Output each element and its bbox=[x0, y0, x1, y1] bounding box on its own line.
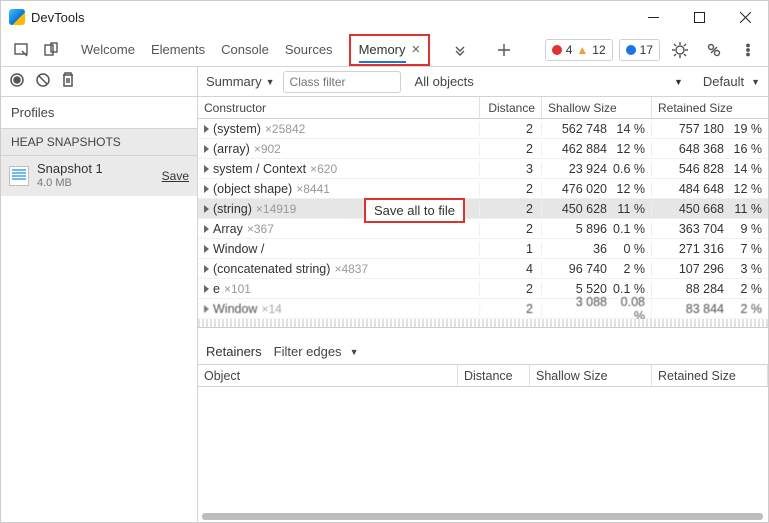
expand-icon[interactable] bbox=[204, 165, 209, 173]
expand-icon[interactable] bbox=[204, 265, 209, 273]
table-row[interactable]: (string)×149192450 62811 %450 66811 % bbox=[198, 199, 768, 219]
header-shallow[interactable]: Shallow Size bbox=[542, 97, 652, 118]
tab-close-icon[interactable]: × bbox=[412, 41, 421, 58]
snapshot-item[interactable]: Snapshot 1 4.0 MB Save bbox=[1, 156, 197, 196]
expand-icon[interactable] bbox=[204, 145, 209, 153]
filter-edges-dropdown[interactable]: Filter edges▼ bbox=[274, 344, 359, 359]
expand-icon[interactable] bbox=[204, 305, 209, 313]
table-row[interactable]: (object shape)×84412476 02012 %484 64812… bbox=[198, 179, 768, 199]
bottom-scrollbar[interactable] bbox=[202, 513, 763, 520]
kebab-icon[interactable] bbox=[734, 36, 762, 64]
delete-icon[interactable] bbox=[61, 72, 75, 91]
table-row[interactable]: (array)×9022462 88412 %648 36816 % bbox=[198, 139, 768, 159]
header-retained[interactable]: Retained Size bbox=[652, 97, 768, 118]
snapshot-icon bbox=[9, 166, 29, 186]
tab-memory-highlighted: Memory × bbox=[349, 34, 431, 66]
right-panel: Summary▼ All objects ▼ Default▼ Construc… bbox=[198, 67, 768, 522]
main-toolbar: Welcome Elements Console Sources Memory … bbox=[1, 33, 768, 67]
expand-icon[interactable] bbox=[204, 205, 209, 213]
expand-icon[interactable] bbox=[204, 245, 209, 253]
tab-console[interactable]: Console bbox=[221, 36, 269, 63]
window-title: DevTools bbox=[31, 10, 630, 25]
snapshot-name: Snapshot 1 bbox=[37, 162, 154, 177]
tab-elements[interactable]: Elements bbox=[151, 36, 205, 63]
devtools-icon bbox=[9, 9, 25, 25]
pane-divider[interactable] bbox=[198, 327, 768, 339]
info-count: 17 bbox=[640, 43, 653, 57]
ret-header-object[interactable]: Object bbox=[198, 365, 458, 386]
device-icon[interactable] bbox=[37, 36, 65, 64]
retainers-body bbox=[198, 387, 768, 522]
record-icon[interactable] bbox=[9, 72, 25, 91]
left-panel: Profiles HEAP SNAPSHOTS Snapshot 1 4.0 M… bbox=[1, 67, 198, 522]
ret-header-retained[interactable]: Retained Size bbox=[652, 365, 768, 386]
table-row[interactable]: (concatenated string)×4837496 7402 %107 … bbox=[198, 259, 768, 279]
table-row[interactable]: Array×36725 8960.1 %363 7049 % bbox=[198, 219, 768, 239]
minimize-button[interactable] bbox=[630, 2, 676, 32]
customize-icon[interactable] bbox=[700, 36, 728, 64]
grid-header: Constructor Distance Shallow Size Retain… bbox=[198, 97, 768, 119]
h-scroll-indicator[interactable] bbox=[198, 319, 768, 327]
expand-icon[interactable] bbox=[204, 125, 209, 133]
header-distance[interactable]: Distance bbox=[480, 97, 542, 118]
heap-snapshots-header: HEAP SNAPSHOTS bbox=[1, 128, 197, 156]
snapshot-save-link[interactable]: Save bbox=[162, 169, 189, 183]
error-dot-icon bbox=[552, 45, 562, 55]
default-dropdown[interactable]: Default▼ bbox=[703, 74, 760, 89]
warning-triangle-icon: ▲ bbox=[576, 43, 588, 57]
class-filter-input[interactable] bbox=[283, 71, 401, 93]
inspect-icon[interactable] bbox=[7, 36, 35, 64]
settings-icon[interactable] bbox=[666, 36, 694, 64]
view-dropdown[interactable]: Summary▼ bbox=[206, 74, 275, 89]
error-badge[interactable]: 4 ▲ 12 bbox=[545, 39, 613, 61]
profiles-label: Profiles bbox=[1, 97, 197, 128]
tab-sources[interactable]: Sources bbox=[285, 36, 333, 63]
tab-strip: Welcome Elements Console Sources Memory … bbox=[81, 34, 518, 66]
expand-icon[interactable] bbox=[204, 225, 209, 233]
snapshot-size: 4.0 MB bbox=[37, 177, 154, 190]
ret-header-shallow[interactable]: Shallow Size bbox=[530, 365, 652, 386]
retainers-header: Object Distance Shallow Size Retained Si… bbox=[198, 365, 768, 387]
clear-icon[interactable] bbox=[35, 72, 51, 91]
expand-icon[interactable] bbox=[204, 185, 209, 193]
context-menu-save-all[interactable]: Save all to file bbox=[364, 198, 465, 223]
grid-rows: (system)×258422562 74814 %757 18019 %(ar… bbox=[198, 119, 768, 319]
retainers-label: Retainers bbox=[206, 344, 262, 359]
table-row[interactable]: Window×1423 0880.08 %83 8442 % bbox=[198, 299, 768, 319]
objects-arrow-icon[interactable]: ▼ bbox=[674, 77, 683, 87]
add-tab-icon[interactable] bbox=[490, 36, 518, 64]
expand-icon[interactable] bbox=[204, 285, 209, 293]
close-button[interactable] bbox=[722, 2, 768, 32]
tab-memory[interactable]: Memory bbox=[359, 36, 406, 63]
table-row[interactable]: system / Context×620323 9240.6 %546 8281… bbox=[198, 159, 768, 179]
maximize-button[interactable] bbox=[676, 2, 722, 32]
tab-welcome[interactable]: Welcome bbox=[81, 36, 135, 63]
info-badge[interactable]: 17 bbox=[619, 39, 660, 61]
more-tabs-icon[interactable] bbox=[446, 36, 474, 64]
table-row[interactable]: (system)×258422562 74814 %757 18019 % bbox=[198, 119, 768, 139]
error-count: 4 bbox=[566, 43, 573, 57]
objects-dropdown[interactable]: All objects bbox=[415, 74, 474, 89]
warning-count: 12 bbox=[592, 43, 605, 57]
table-row[interactable]: e×10125 5200.1 %88 2842 % bbox=[198, 279, 768, 299]
info-dot-icon bbox=[626, 45, 636, 55]
ret-header-distance[interactable]: Distance bbox=[458, 365, 530, 386]
header-constructor[interactable]: Constructor bbox=[198, 97, 480, 118]
table-row[interactable]: Window /1360 %271 3167 % bbox=[198, 239, 768, 259]
titlebar: DevTools bbox=[1, 1, 768, 33]
